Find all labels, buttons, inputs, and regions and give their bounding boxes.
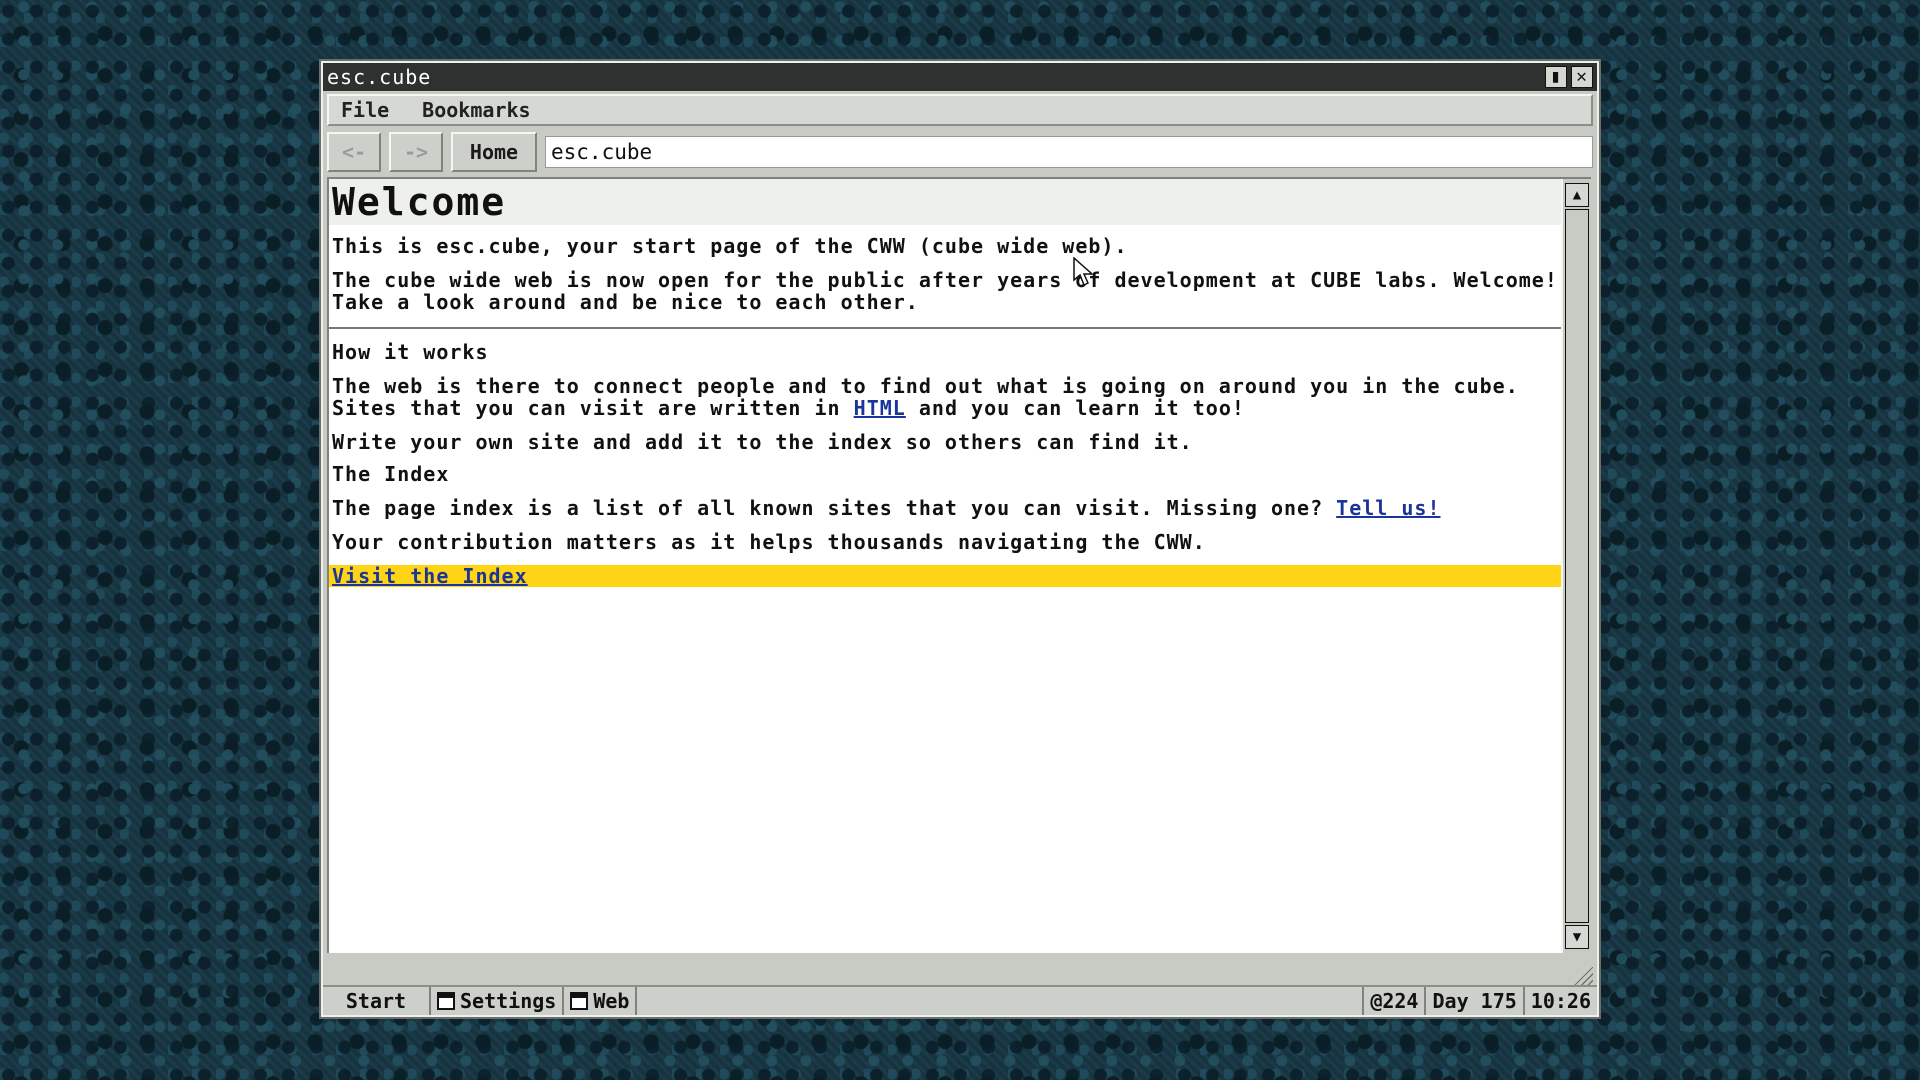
restore-icon: ▮ xyxy=(1550,66,1562,87)
scroll-thumb[interactable] xyxy=(1565,209,1589,923)
home-button[interactable]: Home xyxy=(451,132,537,172)
clock-display: 10:26 xyxy=(1522,987,1597,1015)
window-icon xyxy=(437,992,455,1010)
scroll-down-button[interactable]: ▼ xyxy=(1565,925,1589,949)
close-icon: ✕ xyxy=(1576,66,1588,87)
arrow-down-icon: ▼ xyxy=(1572,929,1582,945)
intro-paragraph-1: This is esc.cube, your start page of the… xyxy=(332,234,1128,258)
how-it-works-paragraph: The web is there to connect people and t… xyxy=(332,375,1560,419)
close-button[interactable]: ✕ xyxy=(1571,66,1593,88)
index-paragraph: The page index is a list of all known si… xyxy=(332,497,1560,519)
contribution-paragraph: Your contribution matters as it helps th… xyxy=(332,530,1206,554)
index-text-before-link: The page index is a list of all known si… xyxy=(332,496,1324,520)
scroll-up-button[interactable]: ▲ xyxy=(1565,183,1589,207)
forward-button[interactable]: -> xyxy=(389,132,443,172)
start-button[interactable]: Start xyxy=(323,987,431,1015)
menu-file[interactable]: File xyxy=(341,98,389,122)
intro-paragraph-2: The cube wide web is now open for the pu… xyxy=(332,268,1558,314)
page-content: Welcome This is esc.cube, your start pag… xyxy=(329,179,1561,953)
restore-button[interactable]: ▮ xyxy=(1545,66,1567,88)
menu-bookmarks[interactable]: Bookmarks xyxy=(422,98,530,122)
how-text-after-link: and you can learn it too! xyxy=(918,396,1245,420)
credits-display: @224 xyxy=(1362,987,1424,1015)
web-task[interactable]: Web xyxy=(564,987,638,1015)
window-controls: ▮ ✕ xyxy=(1545,66,1593,88)
day-display: Day 175 xyxy=(1424,987,1522,1015)
settings-task-label: Settings xyxy=(460,989,557,1013)
address-bar[interactable]: esc.cube xyxy=(545,136,1593,168)
taskbar: Start Settings Web @224 Day 175 10:26 xyxy=(323,985,1597,1015)
menu-bar: File Bookmarks xyxy=(327,94,1593,126)
write-site-paragraph: Write your own site and add it to the in… xyxy=(332,430,1193,454)
section-divider xyxy=(329,327,1561,329)
arrow-up-icon: ▲ xyxy=(1572,187,1582,203)
tell-us-link[interactable]: Tell us! xyxy=(1336,496,1440,520)
back-button[interactable]: <- xyxy=(327,132,381,172)
window-icon xyxy=(570,992,589,1010)
how-it-works-heading: How it works xyxy=(332,340,489,364)
page-viewport: Welcome This is esc.cube, your start pag… xyxy=(327,177,1591,953)
index-heading: The Index xyxy=(332,462,450,486)
window-title: esc.cube xyxy=(327,65,432,89)
taskbar-status: @224 Day 175 10:26 xyxy=(1362,987,1597,1015)
html-link[interactable]: HTML xyxy=(854,396,906,420)
browser-window: esc.cube ▮ ✕ File Bookmarks <- -> Home e… xyxy=(321,61,1599,1017)
visit-index-link[interactable]: Visit the Index xyxy=(332,565,528,587)
visit-index-row: Visit the Index xyxy=(329,565,1561,587)
web-task-label: Web xyxy=(593,989,630,1013)
window-titlebar[interactable]: esc.cube ▮ ✕ xyxy=(323,63,1597,91)
vertical-scrollbar[interactable]: ▲ ▼ xyxy=(1561,179,1591,953)
navigation-toolbar: <- -> Home esc.cube xyxy=(327,131,1593,173)
settings-task[interactable]: Settings xyxy=(431,987,565,1015)
page-title: Welcome xyxy=(329,179,1561,225)
